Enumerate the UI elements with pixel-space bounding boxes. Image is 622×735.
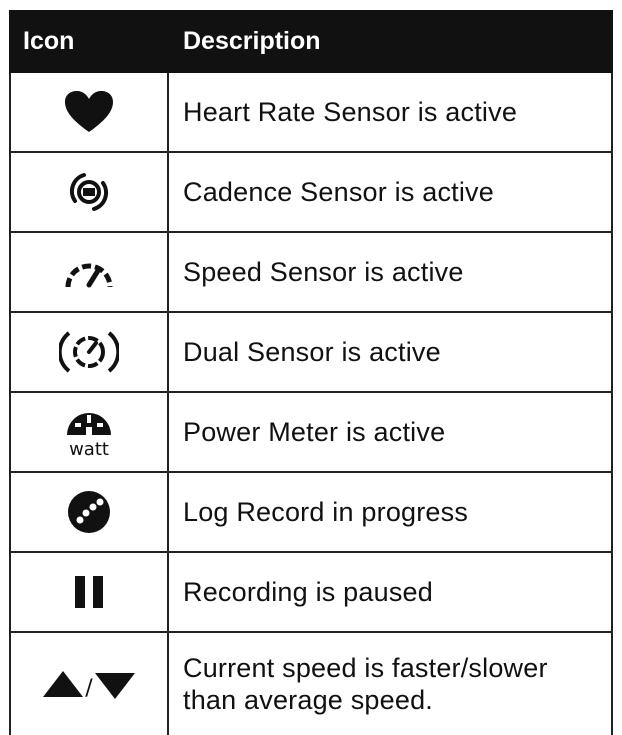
icon-cell <box>11 73 169 151</box>
table-row: Heart Rate Sensor is active <box>9 73 613 153</box>
dual-sensor-icon <box>59 331 119 373</box>
table-row: Speed Sensor is active <box>9 233 613 313</box>
icon-cell <box>11 553 169 631</box>
header-icon: Icon <box>23 27 75 55</box>
description-line: than average speed. <box>183 685 433 715</box>
pause-icon <box>75 576 103 608</box>
icon-description-table: Icon Description Heart Rate Sensor is ac… <box>9 10 613 735</box>
icon-cell: watt <box>11 393 169 471</box>
table-row: / Current speed is faster/slower than av… <box>9 633 613 735</box>
table-row: Log Record in progress <box>9 473 613 553</box>
table-row: Dual Sensor is active <box>9 313 613 393</box>
heart-icon <box>65 91 113 132</box>
cadence-sensor-icon <box>69 173 109 211</box>
power-meter-watt-label: watt <box>69 439 109 459</box>
icon-cell <box>11 313 169 391</box>
description-cell: Cadence Sensor is active <box>183 177 494 207</box>
faster-triangle-icon <box>43 671 83 697</box>
description-cell: Speed Sensor is active <box>183 257 464 287</box>
description-line: Current speed is faster/slower <box>183 653 548 683</box>
table-header: Icon Description <box>9 10 613 73</box>
table-row: watt Power Meter is active <box>9 393 613 473</box>
description-cell: Power Meter is active <box>183 417 446 447</box>
faster-slower-icon: / <box>43 671 135 701</box>
icon-cell <box>11 153 169 231</box>
icon-cell <box>11 233 169 311</box>
power-meter-icon: watt <box>67 413 111 459</box>
description-cell: Current speed is faster/slower than aver… <box>169 633 611 735</box>
description-cell: Dual Sensor is active <box>183 337 441 367</box>
description-cell: Log Record in progress <box>183 497 469 527</box>
log-record-icon <box>68 491 110 533</box>
speed-sensor-icon <box>65 263 113 288</box>
slower-triangle-icon <box>95 673 135 699</box>
description-cell: Recording is paused <box>183 577 433 607</box>
header-description: Description <box>183 27 321 55</box>
slash-separator: / <box>85 676 93 701</box>
icon-cell: / <box>11 633 169 735</box>
table-row: Recording is paused <box>9 553 613 633</box>
table-row: Cadence Sensor is active <box>9 153 613 233</box>
description-cell: Heart Rate Sensor is active <box>183 97 518 127</box>
icon-cell <box>11 473 169 551</box>
